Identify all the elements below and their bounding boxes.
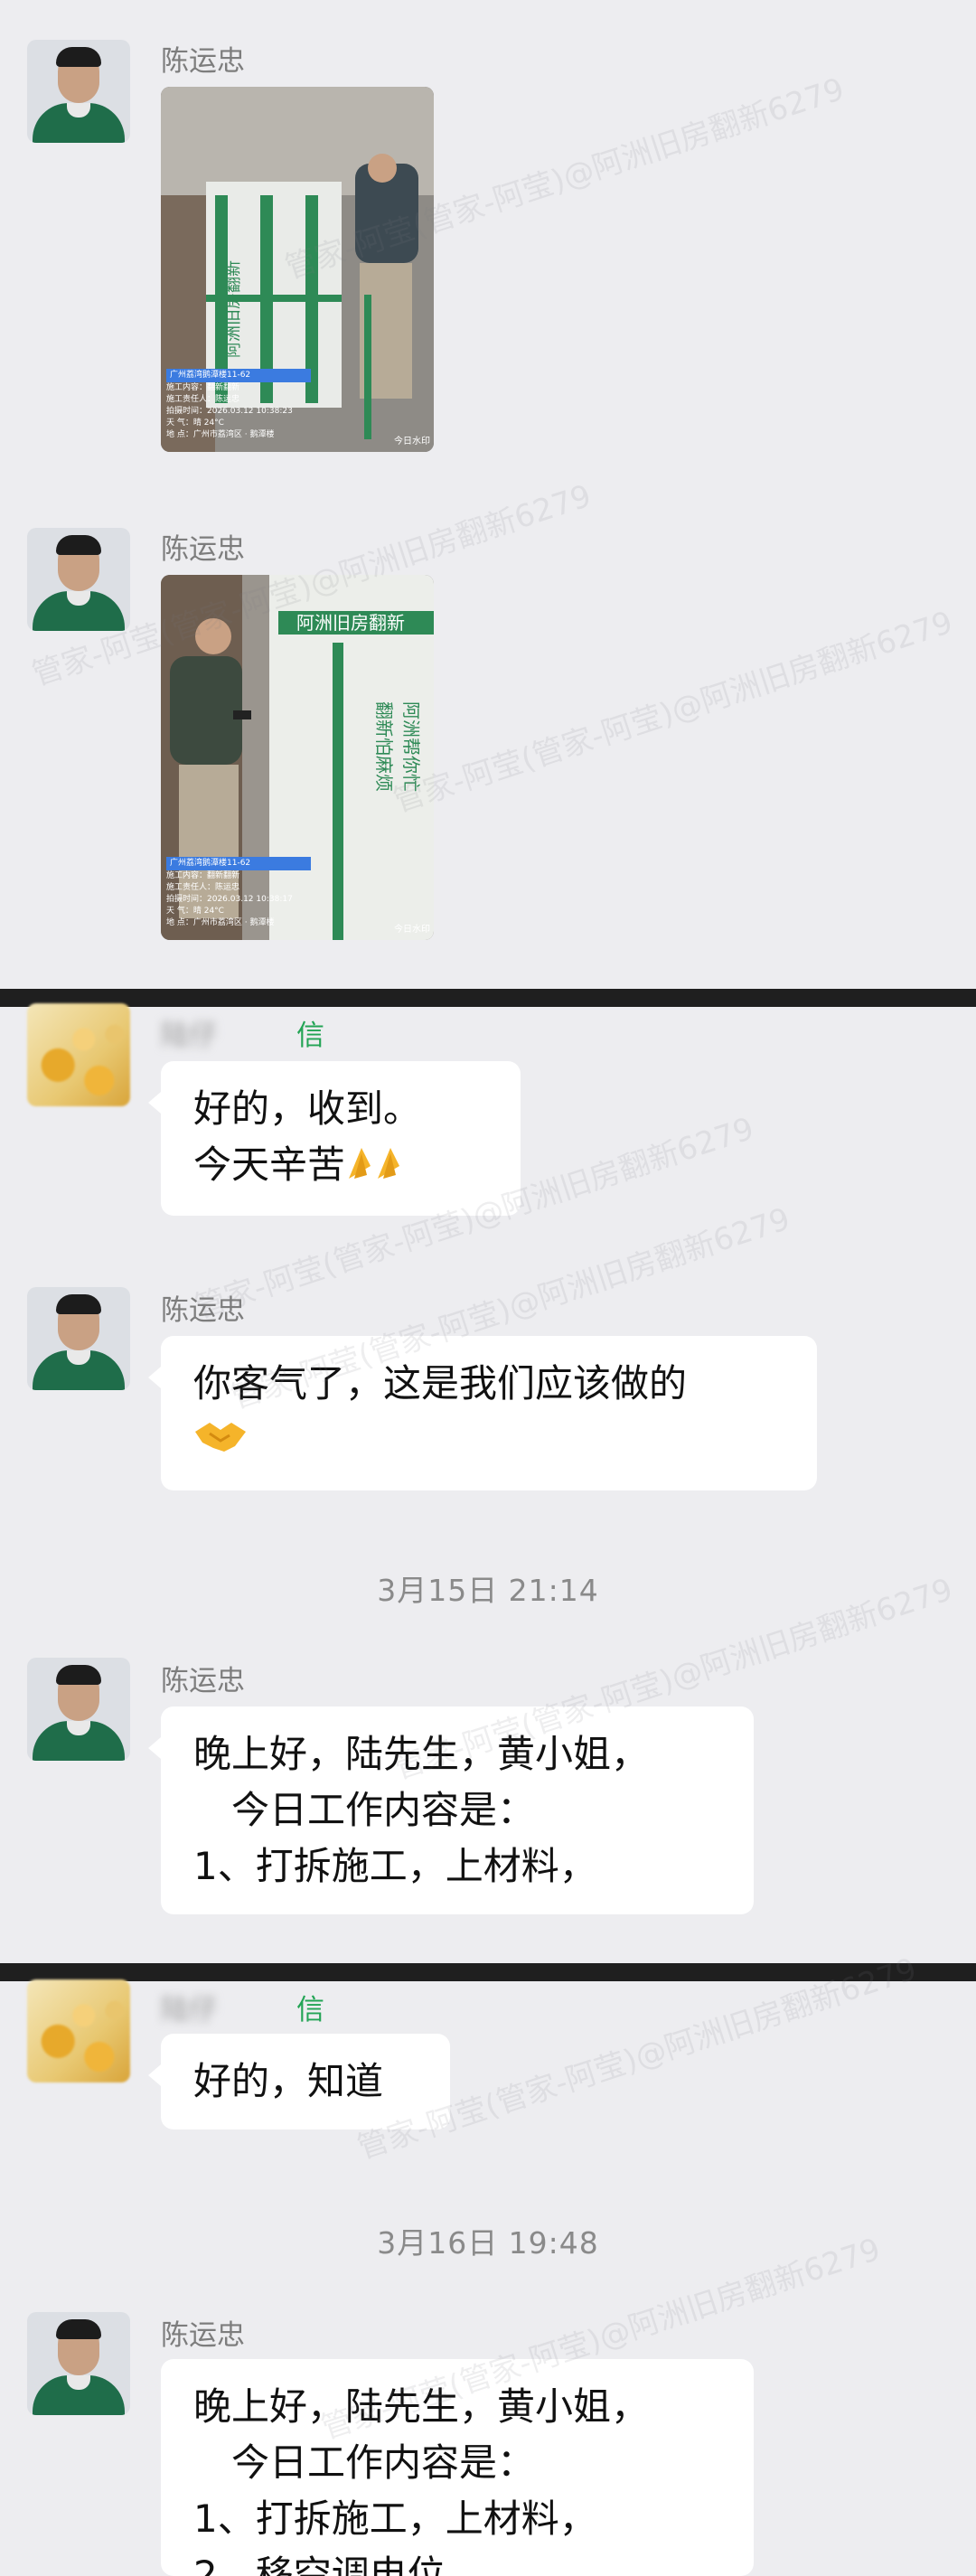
avatar[interactable] [27, 1658, 130, 1761]
message-bubble[interactable]: 你客气了，这是我们应该做的 [148, 1336, 817, 1490]
message-bubble[interactable]: 晚上好，陆先生，黄小姐， 今日工作内容是： 1、打拆施工，上材料， 2、移空调电… [161, 2359, 754, 2576]
sender-name-blurred: 陆仔 [161, 1020, 217, 1052]
sender-name: 陈运忠 [161, 1294, 245, 1327]
sender-name: 陈运忠 [161, 2319, 245, 2352]
watermark: 管家-阿莹(管家-阿莹)@阿洲旧房翻新6279 [389, 604, 958, 820]
sender-name: 陈运忠 [161, 1665, 245, 1697]
message-bubble[interactable]: 好的，知道 [148, 2034, 450, 2129]
photo-badge: 今日水印 [394, 437, 430, 447]
photo-stamp: 广州荔湾鹅潭楼11-62 施工内容：翻新翻新 施工责任人：陈运忠 拍摄时间：20… [166, 369, 311, 441]
sender-tag: 信 [296, 1020, 324, 1052]
screenshot-divider [0, 1963, 976, 1981]
board-text: 阿洲旧房翻新 [224, 260, 243, 358]
board-text: 阿洲帮你忙 [400, 701, 422, 792]
avatar[interactable] [27, 1979, 130, 2082]
message-bubble[interactable]: 好的，收到。 今天辛苦 [148, 1061, 521, 1216]
construction-photo[interactable]: 阿洲旧房翻新 广州荔湾鹅潭楼11-62 施工内容：翻新翻新 施工责任人：陈运忠 … [161, 87, 434, 452]
sender-name-blurred: 陆仔 [161, 1994, 217, 2026]
construction-photo[interactable]: 阿洲旧房翻新 翻新怕麻烦 阿洲帮你忙 广州荔湾鹅潭楼11-62 施工内容：翻新翻… [161, 575, 434, 940]
avatar[interactable] [27, 1287, 130, 1390]
pray-hands-icon [345, 1139, 403, 1196]
avatar[interactable] [27, 2312, 130, 2415]
avatar[interactable] [27, 528, 130, 631]
avatar[interactable] [27, 40, 130, 143]
board-text: 阿洲旧房翻新 [296, 612, 405, 634]
timestamp: 3月15日 21:14 [377, 1573, 599, 1608]
photo-badge: 今日水印 [394, 925, 430, 935]
sender-name: 陈运忠 [161, 533, 245, 566]
photo-stamp: 广州荔湾鹅潭楼11-62 施工内容：翻新翻新 施工责任人：陈运忠 拍摄时间：20… [166, 857, 311, 929]
watermark-layer: 管家-阿莹(管家-阿莹)@阿洲旧房翻新6279 管家-阿莹(管家-阿莹)@阿洲旧… [0, 0, 976, 2576]
board-text: 翻新怕麻烦 [373, 701, 395, 792]
sender-tag: 信 [296, 1994, 324, 2026]
handshake-icon [193, 1415, 248, 1471]
avatar[interactable] [27, 1003, 130, 1106]
sender-name: 陈运忠 [161, 45, 245, 78]
timestamp: 3月16日 19:48 [377, 2225, 599, 2261]
screenshot-divider [0, 989, 976, 1007]
message-bubble[interactable]: 晚上好，陆先生，黄小姐， 今日工作内容是： 1、打拆施工，上材料， [148, 1706, 754, 1914]
